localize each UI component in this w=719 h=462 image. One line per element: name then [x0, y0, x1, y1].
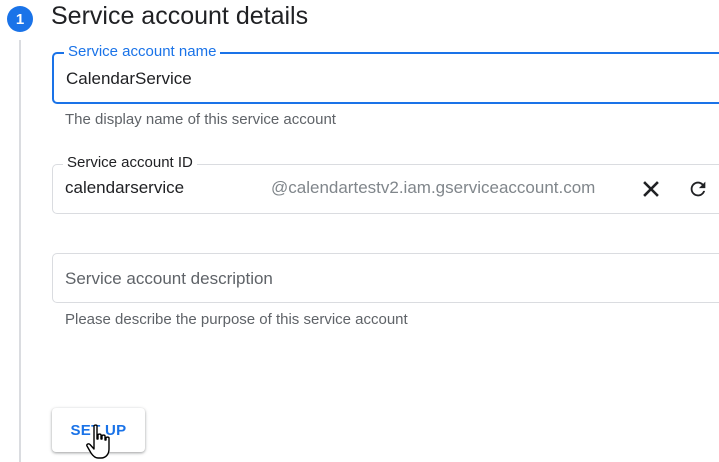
- refresh-icon[interactable]: [685, 176, 711, 202]
- service-account-name-hint: The display name of this service account: [65, 111, 336, 128]
- service-account-name-value[interactable]: CalendarService: [66, 69, 192, 89]
- service-account-form: 1 Service account details Service accoun…: [0, 0, 719, 462]
- service-account-id-value[interactable]: calendarservice: [65, 178, 184, 198]
- service-account-description-field[interactable]: Service account description: [52, 253, 719, 303]
- service-account-description-placeholder[interactable]: Service account description: [65, 269, 273, 289]
- close-icon[interactable]: [638, 176, 664, 202]
- service-account-id-field[interactable]: Service account ID calendarservice @cale…: [52, 154, 719, 214]
- service-account-description-hint: Please describe the purpose of this serv…: [65, 311, 408, 328]
- service-account-id-domain-suffix: @calendartestv2.iam.gserviceaccount.com: [271, 178, 596, 197]
- service-account-name-label: Service account name: [64, 43, 221, 60]
- step-title: Service account details: [51, 2, 309, 30]
- service-account-name-field[interactable]: Service account name CalendarService: [52, 43, 719, 104]
- stepper-rail: [19, 40, 21, 462]
- service-account-id-label: Service account ID: [63, 154, 197, 171]
- hand-pointer-cursor-icon: [86, 424, 110, 459]
- step-number-badge: 1: [7, 6, 33, 32]
